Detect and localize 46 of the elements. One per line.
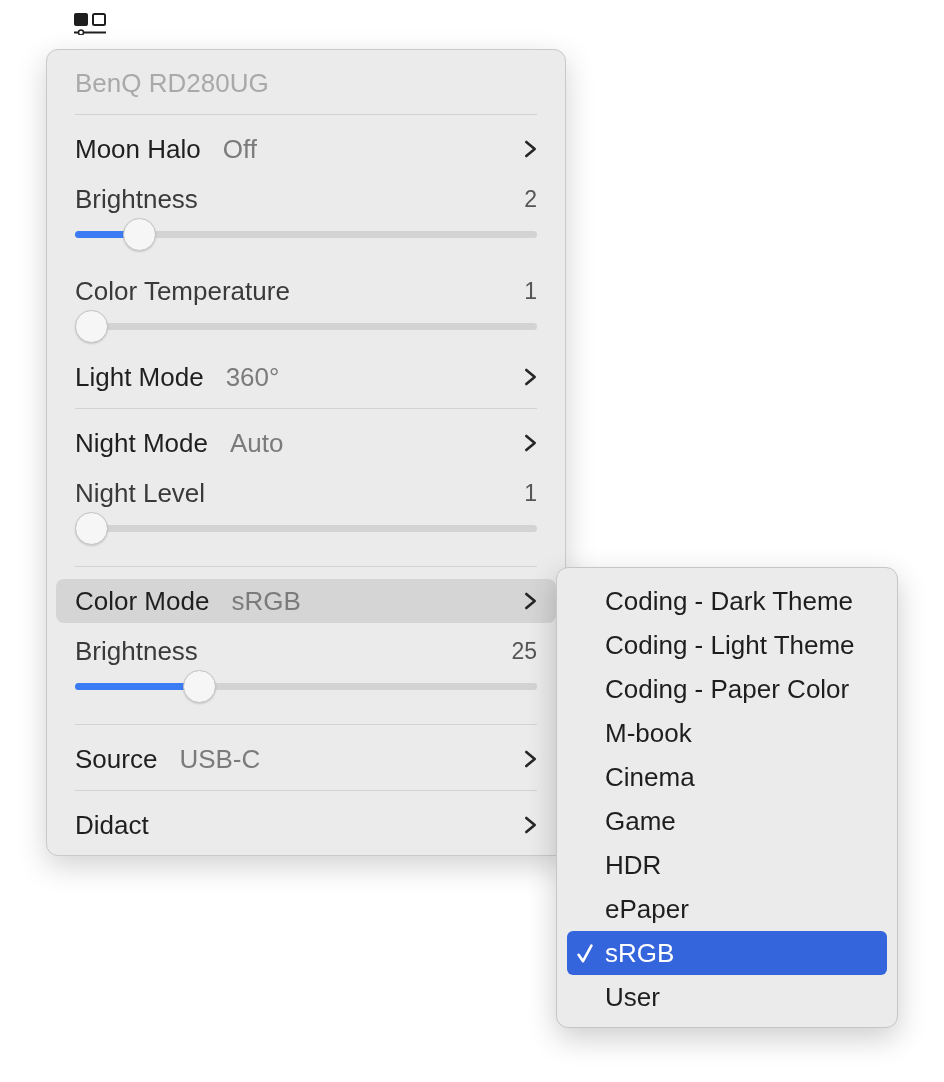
chevron-right-icon: [524, 434, 537, 452]
menu-item-value: Auto: [229, 427, 284, 459]
slider-label: Brightness: [75, 183, 198, 215]
slider-value: 25: [511, 637, 537, 666]
slider-thumb[interactable]: [123, 218, 157, 251]
menu-item[interactable]: Source USB-C: [56, 737, 556, 781]
chevron-right-icon: [524, 750, 537, 768]
slider[interactable]: [75, 512, 537, 545]
squares-slider-icon[interactable]: [74, 13, 106, 35]
menu-item[interactable]: ePaper: [567, 887, 887, 931]
slider-label: Night Level: [75, 477, 206, 509]
menu-item[interactable]: Didact: [56, 803, 556, 847]
slider[interactable]: [75, 310, 537, 343]
menu-item[interactable]: Coding - Light Theme: [567, 623, 887, 667]
slider-label: Color Temperature: [75, 275, 290, 307]
chevron-right-icon: [524, 140, 537, 158]
slider-label: Brightness: [75, 635, 198, 667]
slider[interactable]: [75, 670, 537, 703]
menu-title: BenQ RD280UG: [74, 66, 270, 100]
slider-thumb[interactable]: [75, 512, 108, 545]
menu-item[interactable]: Game: [567, 799, 887, 843]
chevron-right-icon: [524, 816, 537, 834]
menu-item-value: 360°: [225, 361, 280, 393]
menu-item[interactable]: Night Mode Auto: [56, 421, 556, 465]
menu-item[interactable]: Moon Halo Off: [56, 127, 556, 171]
menu-item[interactable]: Light Mode 360°: [56, 355, 556, 399]
menu-item-value: sRGB: [231, 585, 301, 617]
slider-thumb[interactable]: [183, 670, 217, 703]
menu-item[interactable]: Color Mode sRGB: [56, 579, 556, 623]
slider-thumb[interactable]: [75, 310, 108, 343]
checkmark-icon: [577, 943, 593, 963]
menu-item[interactable]: Coding - Paper Color: [567, 667, 887, 711]
menu-item-value: Off: [222, 133, 257, 165]
slider-value: 1: [524, 479, 537, 508]
slider[interactable]: [75, 218, 537, 251]
menu-item[interactable]: Cinema: [567, 755, 887, 799]
menu-item-value: USB-C: [179, 743, 261, 775]
slider-value: 2: [524, 185, 537, 214]
menu-item[interactable]: sRGB: [567, 931, 887, 975]
menu-item[interactable]: HDR: [567, 843, 887, 887]
menu-item[interactable]: Coding - Dark Theme: [567, 579, 887, 623]
menu-item[interactable]: M-book: [567, 711, 887, 755]
chevron-right-icon: [524, 368, 537, 386]
chevron-right-icon: [524, 592, 537, 610]
menu-item[interactable]: User: [567, 975, 887, 1019]
slider-value: 1: [524, 277, 537, 306]
